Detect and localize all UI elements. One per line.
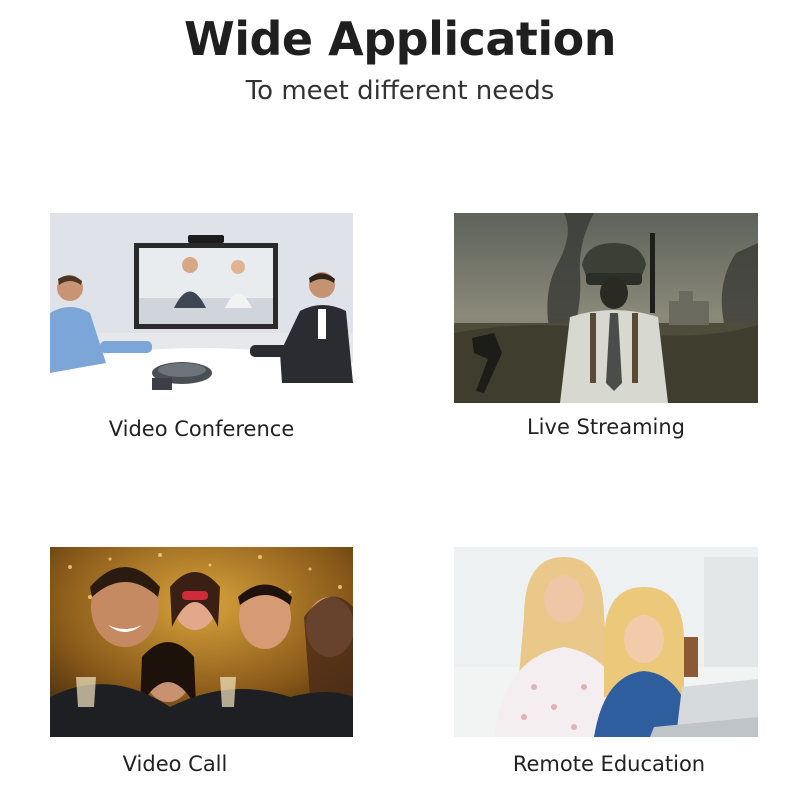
video-conference-photo — [50, 213, 353, 403]
caption-video-conference: Video Conference — [108, 417, 295, 441]
page-title: Wide Application — [183, 12, 617, 66]
caption-live-streaming: Live Streaming — [526, 415, 685, 439]
caption-remote-education: Remote Education — [512, 752, 706, 776]
live-streaming-photo — [454, 213, 758, 403]
page-subtitle: To meet different needs — [245, 76, 555, 106]
caption-video-call: Video Call — [122, 752, 228, 776]
remote-education-photo — [454, 547, 758, 737]
video-call-photo — [50, 547, 353, 737]
